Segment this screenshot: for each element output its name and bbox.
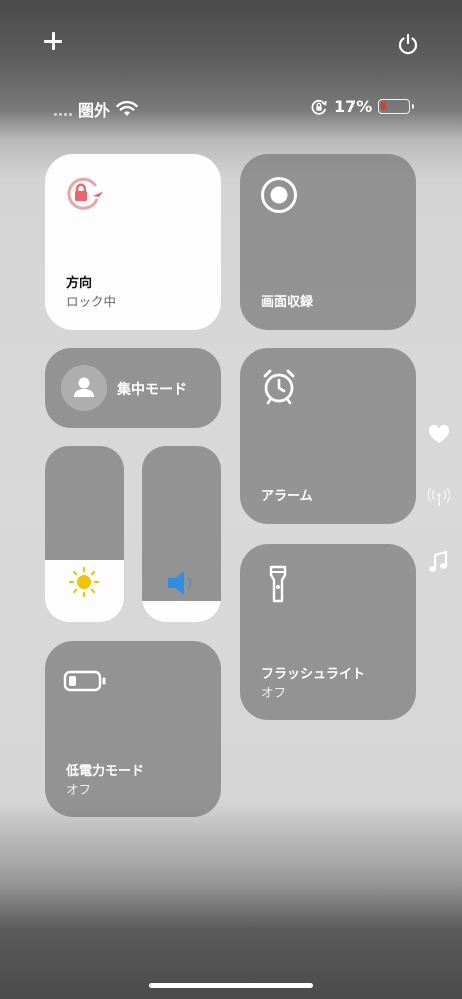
speaker-icon	[168, 571, 192, 595]
orientation-lock-icon	[311, 99, 327, 115]
focus-avatar	[61, 365, 107, 411]
home-indicator[interactable]	[149, 983, 313, 988]
power-button[interactable]	[396, 32, 420, 56]
sun-icon	[68, 566, 100, 598]
flashlight-tile[interactable]: フラッシュライト オフ	[240, 544, 416, 720]
orientation-label: 方向	[66, 276, 93, 291]
focus-mode-tile[interactable]: 集中モード	[45, 348, 221, 428]
orientation-lock-tile[interactable]: 方向 ロック中	[45, 154, 221, 330]
add-control-button[interactable]	[42, 30, 64, 52]
wifi-icon	[116, 101, 138, 116]
battery-percent: 17%	[334, 97, 373, 116]
music-note-icon[interactable]	[428, 551, 448, 573]
flashlight-icon	[269, 565, 287, 603]
carrier-label: 圏外	[78, 101, 111, 120]
focus-label: 集中モード	[117, 382, 187, 398]
screen-record-label: 画面収録	[261, 295, 314, 310]
power-icon	[398, 33, 418, 55]
person-icon	[74, 377, 94, 397]
brightness-slider[interactable]	[45, 446, 124, 622]
low-power-mode-tile[interactable]: 低電力モード オフ	[45, 641, 221, 817]
flashlight-status: オフ	[261, 685, 287, 700]
flashlight-label: フラッシュライト	[261, 667, 366, 682]
low-power-status: オフ	[66, 782, 92, 797]
alarm-clock-icon	[263, 369, 295, 405]
low-power-label: 低電力モード	[66, 764, 145, 779]
battery-low-icon	[63, 670, 106, 692]
alarm-tile[interactable]: アラーム	[240, 348, 416, 524]
alarm-label: アラーム	[261, 489, 313, 504]
orientation-status: ロック中	[66, 294, 117, 309]
volume-slider[interactable]	[142, 446, 221, 622]
status-bar-left: 圏外	[54, 97, 138, 121]
heart-icon[interactable]	[428, 425, 450, 445]
battery-icon	[378, 99, 415, 114]
status-bar-right: 17%	[310, 97, 415, 116]
volume-level	[142, 600, 221, 622]
rotation-lock-icon	[67, 177, 103, 210]
screen-record-tile[interactable]: 画面収録	[240, 154, 416, 330]
antenna-icon[interactable]	[428, 487, 450, 507]
record-icon	[261, 177, 297, 213]
signal-icon	[54, 102, 72, 116]
